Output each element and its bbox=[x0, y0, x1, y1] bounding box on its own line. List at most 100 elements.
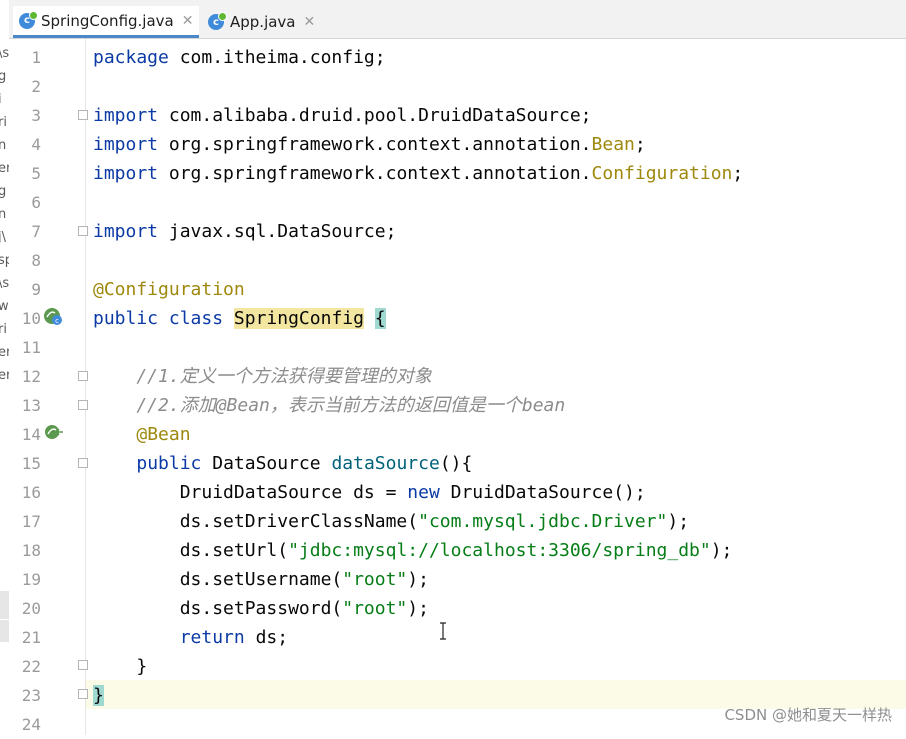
code-token: DruidDataSource ds = bbox=[93, 482, 408, 503]
line-number: 19 bbox=[21, 570, 41, 589]
code-token: import bbox=[93, 221, 159, 242]
code-line[interactable]: 18 ds.setUrl("jdbc:mysql://localhost:330… bbox=[0, 536, 906, 565]
code-line[interactable]: 17 ds.setDriverClassName("com.mysql.jdbc… bbox=[0, 507, 906, 536]
code-line[interactable]: 16 DruidDataSource ds = new DruidDataSou… bbox=[0, 478, 906, 507]
code-token: ); bbox=[667, 511, 690, 532]
fold-marker[interactable] bbox=[78, 458, 88, 468]
tab-app[interactable]: c App.java ✕ bbox=[202, 6, 321, 38]
code-token: "com.mysql.jdbc.Driver" bbox=[418, 511, 668, 532]
code-line[interactable]: 6 bbox=[0, 188, 906, 217]
code-token: class bbox=[168, 308, 224, 329]
svg-text:c: c bbox=[55, 317, 59, 325]
fold-marker[interactable] bbox=[78, 226, 88, 236]
line-number: 6 bbox=[31, 193, 41, 212]
line-number: 14 bbox=[21, 425, 41, 444]
code-text: import org.springframework.context.annot… bbox=[93, 130, 646, 159]
line-number: 16 bbox=[21, 483, 41, 502]
line-number: 4 bbox=[31, 135, 41, 154]
code-token: ds.setUrl( bbox=[93, 540, 289, 561]
code-token: DataSource bbox=[201, 453, 332, 474]
code-line[interactable]: 4 import org.springframework.context.anno… bbox=[0, 130, 906, 159]
code-line[interactable]: 9 @Configuration bbox=[0, 275, 906, 304]
code-text: DruidDataSource ds = new DruidDataSource… bbox=[93, 478, 646, 507]
java-class-icon: c bbox=[19, 10, 38, 29]
code-line[interactable]: 14 @Bean bbox=[0, 420, 906, 449]
code-token: //1.定义一个方法获得要管理的对象 bbox=[93, 366, 432, 387]
fold-marker[interactable] bbox=[78, 400, 88, 410]
line-number: 22 bbox=[21, 657, 41, 676]
watermark: CSDN @她和夏天一样热 bbox=[724, 706, 892, 724]
editor-tab-bar: c SpringConfig.java ✕ c App.java ✕ bbox=[9, 0, 906, 39]
code-token: } bbox=[93, 685, 104, 706]
code-token: com.itheima.config; bbox=[168, 47, 386, 68]
tab-springconfig[interactable]: c SpringConfig.java ✕ bbox=[13, 6, 200, 38]
code-token: com.alibaba.druid.pool.DruidDataSource; bbox=[158, 105, 592, 126]
fold-marker[interactable] bbox=[78, 371, 88, 381]
bean-class-icon[interactable]: c bbox=[44, 308, 62, 325]
code-token: SpringConfig bbox=[233, 308, 364, 329]
code-line[interactable]: 1 package com.itheima.config; bbox=[0, 43, 906, 72]
line-number: 13 bbox=[21, 396, 41, 415]
code-line[interactable]: 3 import com.alibaba.druid.pool.DruidData… bbox=[0, 101, 906, 130]
fold-marker[interactable] bbox=[78, 110, 88, 120]
code-token: ds.setDriverClassName( bbox=[93, 511, 419, 532]
code-line[interactable]: 21 return ds; bbox=[0, 623, 906, 652]
code-token: "jdbc:mysql://localhost:3306/spring_db" bbox=[288, 540, 711, 561]
code-token: @Bean bbox=[136, 424, 191, 445]
line-number: 23 bbox=[21, 686, 41, 705]
code-line[interactable]: 2 bbox=[0, 72, 906, 101]
code-line[interactable]: 22 } bbox=[0, 652, 906, 681]
tab-label: App.java bbox=[230, 13, 296, 31]
line-number: 5 bbox=[31, 164, 41, 183]
line-number: 11 bbox=[21, 338, 41, 357]
line-number: 2 bbox=[31, 77, 41, 96]
code-text: ds.setDriverClassName("com.mysql.jdbc.Dr… bbox=[93, 507, 689, 536]
code-token: "root" bbox=[342, 569, 408, 590]
code-token: ); bbox=[407, 569, 429, 590]
code-token: ds; bbox=[244, 627, 289, 648]
code-text: import com.alibaba.druid.pool.DruidDataS… bbox=[93, 101, 592, 130]
code-text: //2.添加@Bean，表示当前方法的返回值是一个bean bbox=[93, 391, 565, 420]
code-line[interactable]: 15 public DataSource dataSource(){ bbox=[0, 449, 906, 478]
code-token: "root" bbox=[342, 598, 408, 619]
line-number: 20 bbox=[21, 599, 41, 618]
code-token: import bbox=[93, 163, 159, 184]
close-icon[interactable]: ✕ bbox=[182, 13, 194, 29]
code-line[interactable]: 10 public class SpringConfig { bbox=[0, 304, 906, 333]
code-text: ds.setUsername("root"); bbox=[93, 565, 429, 594]
code-token: (){ bbox=[439, 453, 473, 474]
code-token: org.springframework.context.annotation. bbox=[158, 134, 592, 155]
bean-method-icon[interactable] bbox=[44, 424, 63, 440]
tab-label: SpringConfig.java bbox=[41, 11, 174, 30]
code-token: @Configuration bbox=[93, 279, 245, 300]
code-text: @Configuration bbox=[93, 275, 245, 304]
code-token: ); bbox=[407, 598, 429, 619]
code-line[interactable]: 19 ds.setUsername("root"); bbox=[0, 565, 906, 594]
code-text: public class SpringConfig { bbox=[93, 304, 386, 333]
code-line[interactable]: 5 import org.springframework.context.anno… bbox=[0, 159, 906, 188]
code-text: @Bean bbox=[93, 420, 191, 449]
code-line[interactable]: 12 //1.定义一个方法获得要管理的对象 bbox=[0, 362, 906, 391]
close-icon[interactable]: ✕ bbox=[304, 14, 316, 30]
fold-marker[interactable] bbox=[78, 660, 88, 670]
code-line[interactable]: 13 //2.添加@Bean，表示当前方法的返回值是一个bean bbox=[0, 391, 906, 420]
code-line[interactable]: 20 ds.setPassword("root"); bbox=[0, 594, 906, 623]
code-token: import bbox=[93, 134, 159, 155]
code-line[interactable]: 11 bbox=[0, 333, 906, 362]
code-token: DruidDataSource(); bbox=[439, 482, 646, 503]
code-text: } bbox=[93, 681, 104, 710]
line-number: 21 bbox=[21, 628, 41, 647]
code-line[interactable]: 8 bbox=[0, 246, 906, 275]
fold-marker[interactable] bbox=[78, 689, 88, 699]
code-line[interactable]: 7 import javax.sql.DataSource; bbox=[0, 217, 906, 246]
code-token: public bbox=[136, 453, 202, 474]
code-text: //1.定义一个方法获得要管理的对象 bbox=[93, 362, 432, 391]
code-token: { bbox=[374, 308, 386, 329]
line-number: 3 bbox=[31, 106, 41, 125]
line-number: 17 bbox=[21, 512, 41, 531]
